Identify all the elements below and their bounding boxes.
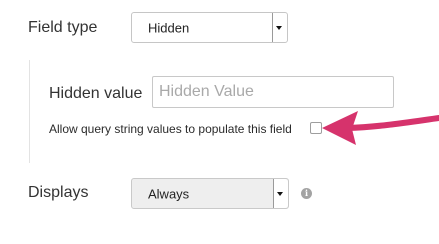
displays-label: Displays: [28, 184, 89, 201]
hidden-value-input[interactable]: [152, 76, 394, 108]
query-string-checkbox[interactable]: [310, 122, 322, 134]
chevron-down-icon: [277, 191, 283, 196]
field-type-dropdown-toggle[interactable]: [272, 13, 287, 42]
chevron-down-icon: [276, 25, 282, 30]
info-icon[interactable]: i: [301, 188, 312, 199]
query-string-label: Allow query string values to populate th…: [49, 122, 292, 136]
displays-dropdown-toggle[interactable]: [273, 179, 288, 208]
field-type-selected-value: Hidden: [148, 20, 190, 35]
field-type-label: Field type: [28, 19, 98, 36]
displays-select[interactable]: Always: [131, 178, 289, 209]
displays-selected-value: Always: [148, 186, 190, 201]
conditional-group-divider: [29, 60, 30, 163]
field-type-select[interactable]: Hidden: [131, 12, 288, 43]
hidden-value-label: Hidden value: [49, 85, 143, 102]
field-settings-panel: Field type Hidden Hidden value Allow que…: [0, 0, 439, 244]
